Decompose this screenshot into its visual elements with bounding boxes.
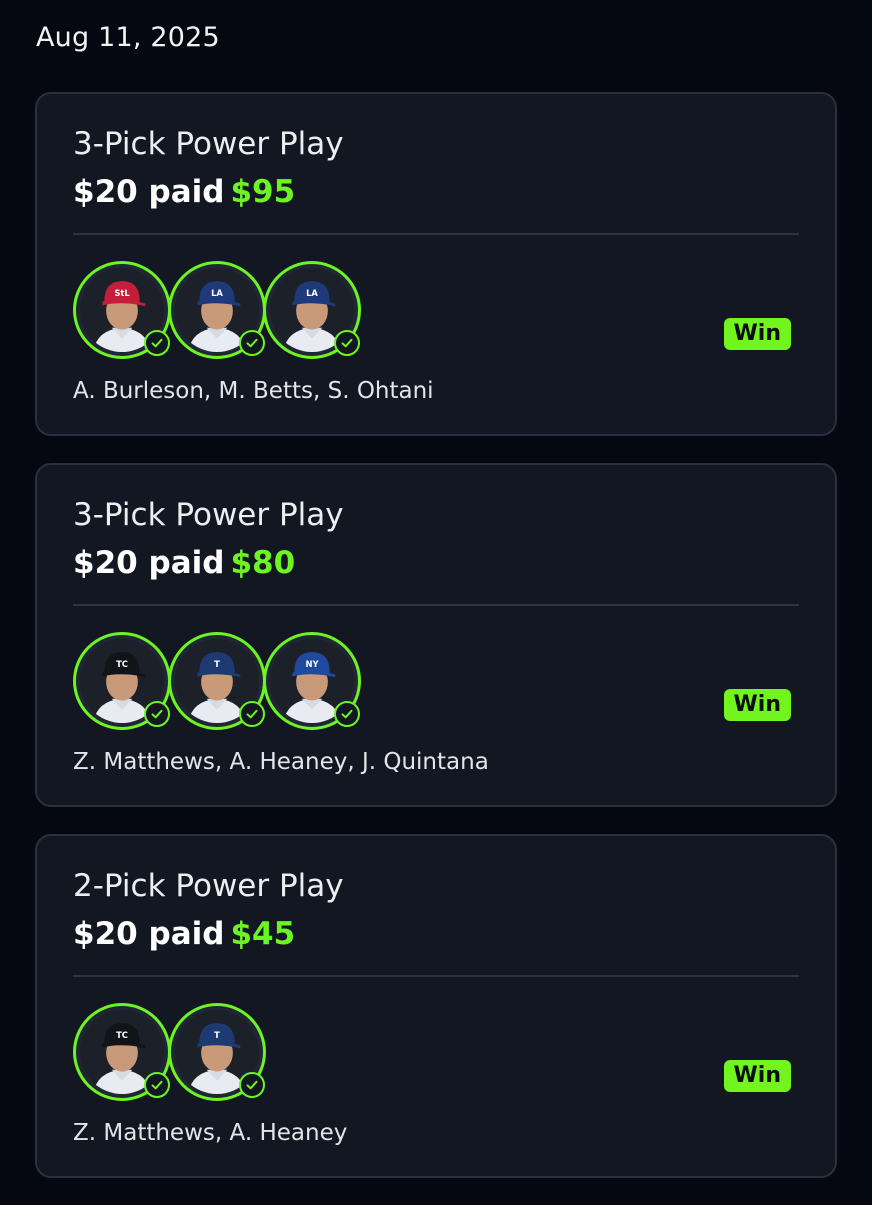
check-icon — [144, 330, 170, 356]
check-icon — [144, 701, 170, 727]
player-avatar[interactable]: NY — [263, 632, 361, 730]
check-icon — [239, 330, 265, 356]
entry-title: 3-Pick Power Play — [73, 497, 344, 533]
cap-logo: TC — [116, 659, 128, 669]
player-avatar[interactable]: LA — [263, 261, 361, 359]
paid-amount: $20 paid — [73, 174, 225, 210]
divider — [73, 604, 799, 606]
divider — [73, 975, 799, 977]
check-icon — [239, 1072, 265, 1098]
entry-paid-line: $20 paid $80 — [73, 545, 295, 581]
paid-amount: $20 paid — [73, 545, 225, 581]
entries-list: 3-Pick Power Play $20 paid $95 StL LA LA Wi… — [35, 92, 837, 1205]
check-icon — [144, 1072, 170, 1098]
check-icon — [239, 701, 265, 727]
player-names: Z. Matthews, A. Heaney, J. Quintana — [73, 749, 489, 775]
paid-amount: $20 paid — [73, 916, 225, 952]
entry-card[interactable]: 2-Pick Power Play $20 paid $45 TC T Win Z.… — [35, 834, 837, 1178]
win-badge: Win — [723, 1060, 791, 1092]
player-avatar[interactable]: T — [168, 1003, 266, 1101]
player-avatar[interactable]: TC — [73, 1003, 171, 1101]
player-avatar[interactable]: StL — [73, 261, 171, 359]
cap-logo: TC — [116, 1030, 128, 1040]
entry-title: 3-Pick Power Play — [73, 126, 344, 162]
cap-logo: NY — [305, 659, 319, 669]
entry-card[interactable]: 3-Pick Power Play $20 paid $95 StL LA LA Wi… — [35, 92, 837, 436]
check-icon — [334, 330, 360, 356]
check-icon — [334, 701, 360, 727]
payout-amount: $45 — [230, 916, 296, 952]
entry-card[interactable]: 3-Pick Power Play $20 paid $80 TC T NY Win … — [35, 463, 837, 807]
cap-logo: StL — [114, 288, 130, 298]
cap-logo: LA — [306, 288, 318, 298]
cap-logo: T — [214, 659, 220, 669]
payout-amount: $95 — [230, 174, 296, 210]
win-badge: Win — [723, 689, 791, 721]
date-header: Aug 11, 2025 — [36, 22, 220, 53]
player-names: A. Burleson, M. Betts, S. Ohtani — [73, 378, 434, 404]
player-avatar[interactable]: LA — [168, 261, 266, 359]
player-names: Z. Matthews, A. Heaney — [73, 1120, 348, 1146]
player-avatar[interactable]: T — [168, 632, 266, 730]
payout-amount: $80 — [230, 545, 296, 581]
cap-logo: T — [214, 1030, 220, 1040]
divider — [73, 233, 799, 235]
cap-logo: LA — [211, 288, 223, 298]
entry-paid-line: $20 paid $95 — [73, 174, 295, 210]
entry-title: 2-Pick Power Play — [73, 868, 344, 904]
win-badge: Win — [723, 318, 791, 350]
entry-paid-line: $20 paid $45 — [73, 916, 295, 952]
player-avatar[interactable]: TC — [73, 632, 171, 730]
